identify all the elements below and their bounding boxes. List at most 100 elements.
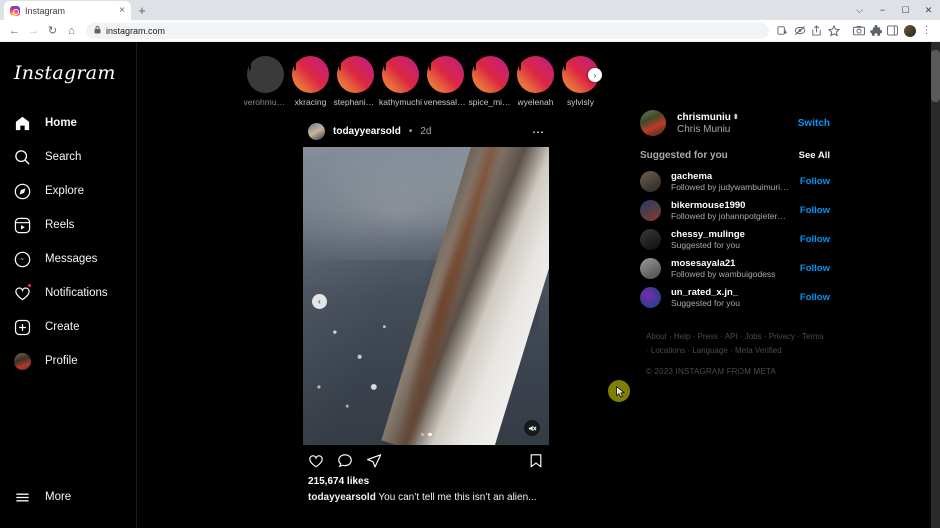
home-button[interactable]: ⌂ <box>62 21 81 40</box>
carousel-prev-button[interactable]: ‹ <box>312 294 327 309</box>
suggestion-username[interactable]: chessy_mulinge <box>671 229 790 240</box>
save-icon[interactable] <box>528 453 544 469</box>
post-author-username[interactable]: todayyearsold <box>333 126 401 137</box>
see-all-button[interactable]: See All <box>799 150 830 161</box>
new-tab-button[interactable]: + <box>131 1 153 20</box>
close-tab-icon[interactable]: × <box>119 5 125 16</box>
minimize-button[interactable]: − <box>871 0 894 20</box>
incognito-blocked-icon[interactable] <box>791 22 808 40</box>
switch-account-button[interactable]: Switch <box>798 118 830 129</box>
suggestion-avatar[interactable] <box>640 258 661 279</box>
suggestion-subtitle: Suggested for you <box>671 240 740 250</box>
reload-button[interactable]: ↻ <box>43 21 62 40</box>
back-button[interactable]: ← <box>5 21 24 40</box>
story-item[interactable]: sylvisly › <box>562 56 602 107</box>
side-panel-icon[interactable] <box>884 22 901 40</box>
extensions-icon[interactable] <box>867 22 884 40</box>
carousel-dot-active[interactable] <box>428 432 432 436</box>
share-icon[interactable] <box>808 22 825 40</box>
sidebar-item-explore[interactable]: Explore <box>0 174 136 208</box>
suggestion-avatar[interactable] <box>640 229 661 250</box>
footer-link-language[interactable]: Language <box>692 346 728 355</box>
follow-button[interactable]: Follow <box>800 176 830 187</box>
sidebar-item-reels[interactable]: Reels <box>0 208 136 242</box>
story-item[interactable]: stephanie_j... <box>334 56 378 107</box>
stories-next-arrow[interactable]: › <box>588 68 602 82</box>
forward-button[interactable]: → <box>24 21 43 40</box>
suggestion-username[interactable]: mosesayala21 <box>671 258 790 269</box>
profile-avatar-icon <box>13 352 31 370</box>
follow-button[interactable]: Follow <box>800 234 830 245</box>
like-icon[interactable] <box>308 453 324 469</box>
heart-icon <box>13 283 32 302</box>
lock-icon <box>94 25 101 36</box>
suggestion-username[interactable]: un_rated_x.jn_ <box>671 287 790 298</box>
suggestion-avatar[interactable] <box>640 200 661 221</box>
story-item[interactable]: venessalwila <box>424 56 468 107</box>
story-item[interactable]: kathymuchi <box>379 56 422 107</box>
sep: · <box>737 332 745 341</box>
scrollbar-thumb[interactable] <box>931 50 940 102</box>
footer-link-press[interactable]: Press <box>698 332 718 341</box>
post-author-avatar[interactable] <box>308 123 325 140</box>
post-likes-count[interactable]: 215,674 likes <box>303 473 549 491</box>
stories-tray: verohmuniu xkracing stephanie_j... kathy… <box>244 42 607 117</box>
sidebar-item-notifications[interactable]: Notifications <box>0 276 136 310</box>
copyright-text: © 2023 INSTAGRAM FROM META <box>646 367 776 377</box>
footer-link-locations[interactable]: Locations <box>651 346 685 355</box>
story-item[interactable]: verohmuniu <box>244 56 288 107</box>
suggestion-row: mosesayala21 Followed by wambuigodess Fo… <box>640 254 830 283</box>
current-user-username[interactable]: chrismuniu ⬍ <box>677 112 787 123</box>
sidebar-item-home[interactable]: Home <box>0 106 136 140</box>
caption-username[interactable]: todayyearsold <box>308 492 376 503</box>
footer-link-meta-verified[interactable]: Meta Verified <box>735 346 782 355</box>
comment-icon[interactable] <box>337 453 353 469</box>
footer-link-jobs[interactable]: Jobs <box>745 332 762 341</box>
instagram-logo[interactable]: Instagram <box>0 56 136 106</box>
post-options-icon[interactable]: ⋯ <box>532 125 549 139</box>
story-item[interactable]: wyelenah <box>517 56 554 107</box>
suggestion-avatar[interactable] <box>640 171 661 192</box>
caption-text: You can’t tell me this isn’t an alien... <box>378 492 537 503</box>
footer-link-about[interactable]: About <box>646 332 667 341</box>
maximize-button[interactable]: ☐ <box>894 0 917 20</box>
suggestion-text: chessy_mulinge Suggested for you <box>671 229 790 250</box>
sidebar-item-more[interactable]: More <box>0 480 137 514</box>
follow-button[interactable]: Follow <box>800 292 830 303</box>
instagram-favicon <box>10 5 20 16</box>
install-icon[interactable] <box>774 22 791 40</box>
sidebar-label-search: Search <box>45 151 82 163</box>
footer-link-privacy[interactable]: Privacy <box>769 332 795 341</box>
story-username: sylvisly <box>567 97 594 107</box>
follow-button[interactable]: Follow <box>800 205 830 216</box>
close-window-button[interactable]: ✕ <box>917 0 940 20</box>
page-scrollbar[interactable] <box>931 42 940 528</box>
footer-link-terms[interactable]: Terms <box>802 332 824 341</box>
suggestion-avatar[interactable] <box>640 287 661 308</box>
footer-link-api[interactable]: API <box>725 332 738 341</box>
share-icon[interactable] <box>366 453 382 469</box>
current-user-avatar[interactable] <box>640 110 666 136</box>
sidebar-item-search[interactable]: Search <box>0 140 136 174</box>
suggestion-username[interactable]: gachema <box>671 171 790 182</box>
sidebar-item-profile[interactable]: Profile <box>0 344 136 378</box>
suggestion-text: bikermouse1990 Followed by johannpotgiet… <box>671 200 790 221</box>
suggestion-username[interactable]: bikermouse1990 <box>671 200 790 211</box>
carousel-dot[interactable] <box>420 432 424 436</box>
browser-menu-kebab[interactable]: ⋮ <box>918 22 935 40</box>
tab-search-icon[interactable]: ⌵ <box>848 0 871 20</box>
footer-link-help[interactable]: Help <box>674 332 690 341</box>
bookmark-star-icon[interactable] <box>825 22 842 40</box>
sidebar-label-home: Home <box>45 117 77 129</box>
sidebar-item-messages[interactable]: Messages <box>0 242 136 276</box>
suggestions-title: Suggested for you <box>640 150 728 161</box>
browser-tab-instagram[interactable]: Instagram × <box>4 1 131 20</box>
follow-button[interactable]: Follow <box>800 263 830 274</box>
address-bar[interactable]: instagram.com <box>86 22 769 39</box>
post-media[interactable]: ‹ <box>303 147 549 445</box>
story-item[interactable]: spice_mitchy <box>469 56 513 107</box>
profile-avatar[interactable] <box>901 22 918 40</box>
screenshot-icon[interactable] <box>850 22 867 40</box>
story-item[interactable]: xkracing <box>292 56 329 107</box>
sidebar-item-create[interactable]: Create <box>0 310 136 344</box>
